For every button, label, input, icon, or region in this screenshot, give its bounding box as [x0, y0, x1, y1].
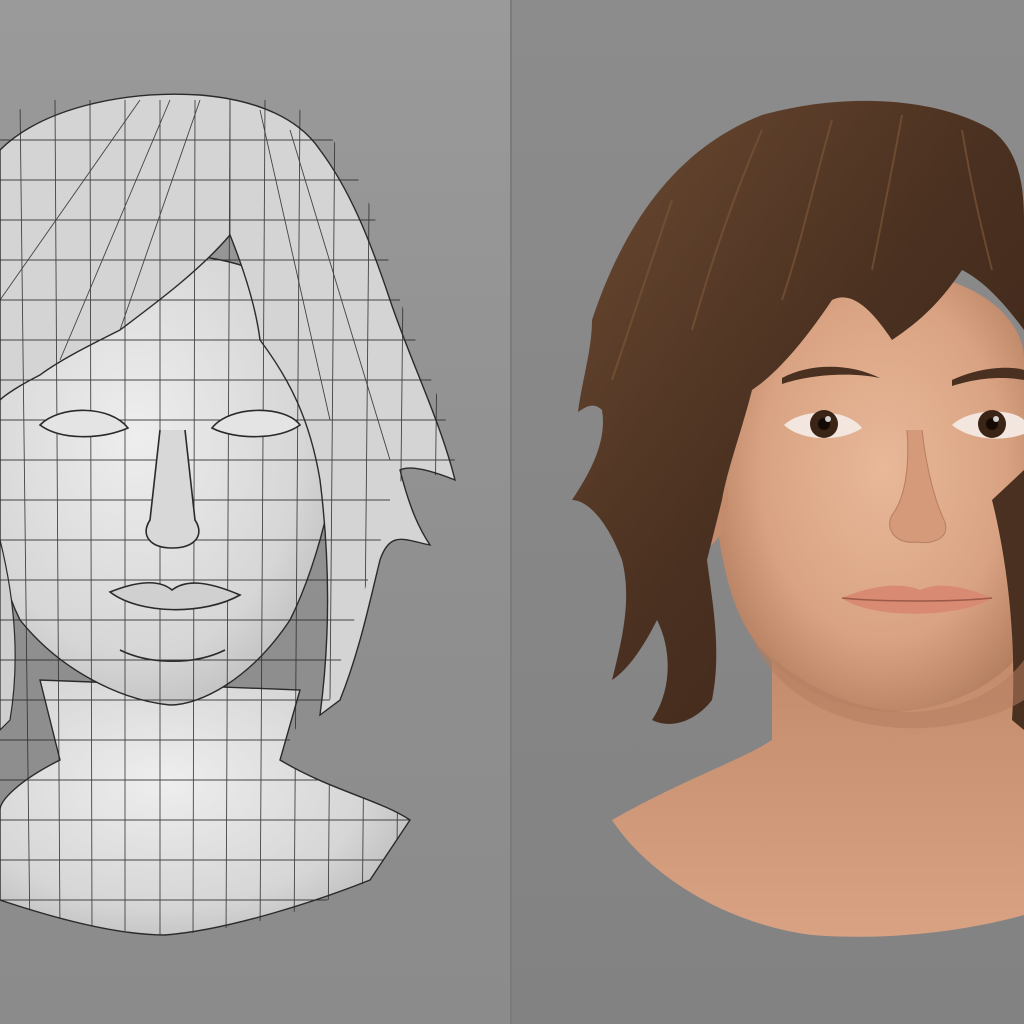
- wireframe-panel: [0, 0, 512, 1024]
- wire-neck: [0, 679, 411, 936]
- wireframe-head-illustration: [0, 93, 457, 936]
- realistic-panel: [512, 0, 1024, 1024]
- comparison-figure: [0, 0, 1024, 1024]
- realistic-head-illustration: [572, 100, 1024, 937]
